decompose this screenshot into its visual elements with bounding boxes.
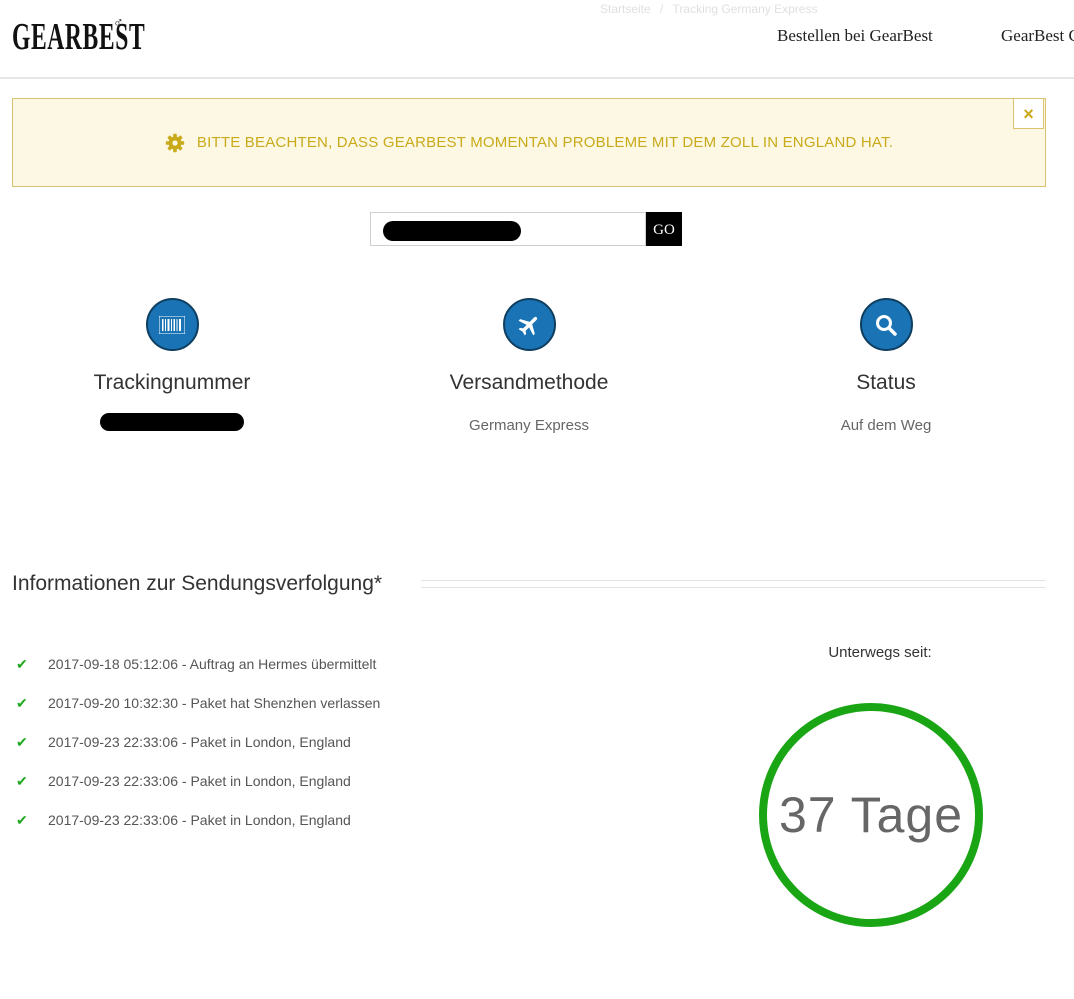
redacted-value — [383, 221, 521, 241]
tracking-event: ✔ 2017-09-23 22:33:06 - Paket in London,… — [16, 734, 380, 773]
redacted-tracking-number — [100, 413, 244, 431]
column-title: Status — [856, 371, 916, 394]
transit-label: Unterwegs seit: — [828, 644, 932, 661]
check-icon: ✔ — [16, 656, 28, 672]
notice-content: BITTE BEACHTEN, DASS GEARBEST MOMENTAN P… — [13, 99, 1045, 186]
status-value: Auf dem Weg — [840, 417, 932, 434]
tracking-event-text: 2017-09-23 22:33:06 - Paket in London, E… — [48, 812, 351, 828]
barcode-icon — [145, 298, 199, 351]
tracking-event: ✔ 2017-09-20 10:32:30 - Paket hat Shenzh… — [16, 695, 380, 734]
tracking-event: ✔ 2017-09-18 05:12:06 - Auftrag an Herme… — [16, 656, 380, 695]
site-header: GEARBEST ♂ Startseite / Tracking Germany… — [0, 0, 1074, 79]
section-divider — [421, 580, 1046, 588]
close-icon[interactable]: × — [1013, 98, 1044, 129]
transit-days-ring: 37 Tage — [759, 703, 983, 927]
check-icon: ✔ — [16, 695, 28, 711]
check-icon: ✔ — [16, 734, 28, 750]
tracking-events-list: ✔ 2017-09-18 05:12:06 - Auftrag an Herme… — [16, 656, 380, 851]
notice-banner: BITTE BEACHTEN, DASS GEARBEST MOMENTAN P… — [12, 98, 1046, 187]
tracking-event-text: 2017-09-23 22:33:06 - Paket in London, E… — [48, 773, 351, 789]
tracking-event-text: 2017-09-18 05:12:06 - Auftrag an Hermes … — [48, 656, 377, 672]
info-column-status: Status Auf dem Weg — [736, 298, 1036, 434]
column-title: Versandmethode — [449, 371, 609, 394]
transit-days-value: 37 Tage — [778, 787, 964, 843]
tracking-event-text: 2017-09-23 22:33:06 - Paket in London, E… — [48, 734, 351, 750]
tracking-section-title: Informationen zur Sendungsverfolgung* — [12, 572, 383, 595]
tracking-event: ✔ 2017-09-23 22:33:06 - Paket in London,… — [16, 773, 380, 812]
breadcrumb: Startseite / Tracking Germany Express — [600, 2, 823, 16]
nav-link-gearbest[interactable]: GearBest G — [1001, 26, 1074, 46]
tracking-search-input[interactable] — [370, 212, 646, 246]
shipping-method-value: Germany Express — [468, 417, 590, 434]
search-icon — [859, 298, 913, 351]
gear-icon — [165, 133, 185, 152]
check-icon: ✔ — [16, 812, 28, 828]
breadcrumb-current: Tracking Germany Express — [672, 2, 818, 16]
info-column-shipping-method: Versandmethode Germany Express — [379, 298, 679, 434]
logo-mark-icon: ♂ — [113, 14, 124, 30]
breadcrumb-separator: / — [660, 2, 664, 16]
check-icon: ✔ — [16, 773, 28, 789]
column-title: Trackingnummer — [93, 371, 251, 394]
notice-text: BITTE BEACHTEN, DASS GEARBEST MOMENTAN P… — [196, 134, 894, 151]
go-button[interactable]: GO — [646, 212, 682, 246]
gearbest-logo[interactable]: GEARBEST — [12, 12, 145, 62]
airplane-icon — [502, 298, 556, 351]
breadcrumb-home[interactable]: Startseite — [600, 2, 651, 16]
tracking-event-text: 2017-09-20 10:32:30 - Paket hat Shenzhen… — [48, 695, 381, 711]
tracking-event: ✔ 2017-09-23 22:33:06 - Paket in London,… — [16, 812, 380, 851]
nav-link-order[interactable]: Bestellen bei GearBest — [777, 26, 933, 46]
info-column-tracking-number: Trackingnummer — [22, 298, 322, 431]
